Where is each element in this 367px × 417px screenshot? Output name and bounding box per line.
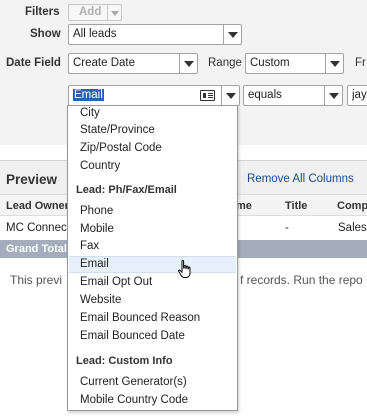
operator-value: equals xyxy=(248,89,282,101)
column-header-company[interactable]: Comp xyxy=(337,200,367,212)
filter-value-text: jay. xyxy=(352,89,367,101)
add-filter-button[interactable]: Add xyxy=(68,4,122,21)
filter-field-value: Email xyxy=(73,89,104,101)
dropdown-group-phone-fax-email: Lead: Ph/Fax/Email xyxy=(76,184,177,196)
dropdown-item-mobile[interactable]: Mobile xyxy=(80,223,114,235)
dropdown-item-email[interactable]: Email xyxy=(80,258,109,270)
cell-lead-owner: MC Connect xyxy=(6,222,70,234)
dropdown-item-country[interactable]: Country xyxy=(80,160,120,172)
column-header-lead-owner[interactable]: Lead Owner xyxy=(6,200,69,212)
operator-select[interactable]: equals xyxy=(243,85,343,106)
field-dropdown-list[interactable]: City State/Province Zip/Postal Code Coun… xyxy=(67,105,238,411)
dropdown-item-email-bounced-reason[interactable]: Email Bounced Reason xyxy=(80,312,200,324)
show-select-value: All leads xyxy=(73,28,117,40)
cell-title: - xyxy=(285,222,289,234)
grand-total-label: Grand Total xyxy=(6,243,67,255)
show-select[interactable]: All leads xyxy=(68,24,242,45)
date-field-label: Date Field xyxy=(6,57,61,69)
dropdown-item-zip-postal-code[interactable]: Zip/Postal Code xyxy=(80,142,162,154)
show-label: Show xyxy=(30,28,61,40)
range-label: Range xyxy=(208,57,242,69)
range-value: Custom xyxy=(250,57,290,69)
filter-value-input[interactable]: jay. xyxy=(347,85,367,106)
dropdown-item-state-province[interactable]: State/Province xyxy=(80,124,155,136)
range-select[interactable]: Custom xyxy=(245,53,344,74)
filters-label: Filters xyxy=(25,6,60,18)
chevron-down-icon[interactable] xyxy=(325,54,343,73)
preview-note-left: This previ xyxy=(10,273,63,287)
dropdown-item-email-bounced-date[interactable]: Email Bounced Date xyxy=(80,330,185,342)
preview-note-right: f records. Run the repo xyxy=(240,273,363,287)
date-field-value: Create Date xyxy=(73,57,136,69)
add-button-label: Add xyxy=(79,6,102,18)
chevron-down-icon[interactable] xyxy=(107,5,121,20)
dropdown-item-email-opt-out[interactable]: Email Opt Out xyxy=(80,276,152,288)
from-label: Fr xyxy=(355,57,366,69)
dropdown-group-custom-info: Lead: Custom Info xyxy=(76,355,173,367)
chevron-down-icon[interactable] xyxy=(179,54,197,73)
chevron-down-icon[interactable] xyxy=(223,25,241,44)
chevron-down-icon[interactable] xyxy=(221,86,239,105)
column-header-title[interactable]: Title xyxy=(285,200,307,212)
cell-company: Sales xyxy=(338,222,367,234)
remove-all-columns-link[interactable]: Remove All Columns xyxy=(247,173,354,185)
dropdown-item-fax[interactable]: Fax xyxy=(80,240,99,252)
column-header-name[interactable]: me xyxy=(236,200,252,212)
field-lookup-icon[interactable] xyxy=(200,90,215,101)
filter-field-select[interactable]: Email xyxy=(68,85,240,106)
dropdown-item-city[interactable]: City xyxy=(80,107,100,119)
dropdown-item-mobile-country-code[interactable]: Mobile Country Code xyxy=(80,394,188,406)
dropdown-item-current-generators[interactable]: Current Generator(s) xyxy=(80,376,187,388)
dropdown-item-website[interactable]: Website xyxy=(80,294,121,306)
hand-cursor-icon xyxy=(178,260,191,278)
preview-title: Preview xyxy=(6,172,58,187)
date-field-select[interactable]: Create Date xyxy=(68,53,198,74)
chevron-down-icon[interactable] xyxy=(324,86,342,105)
dropdown-item-phone[interactable]: Phone xyxy=(80,205,113,217)
